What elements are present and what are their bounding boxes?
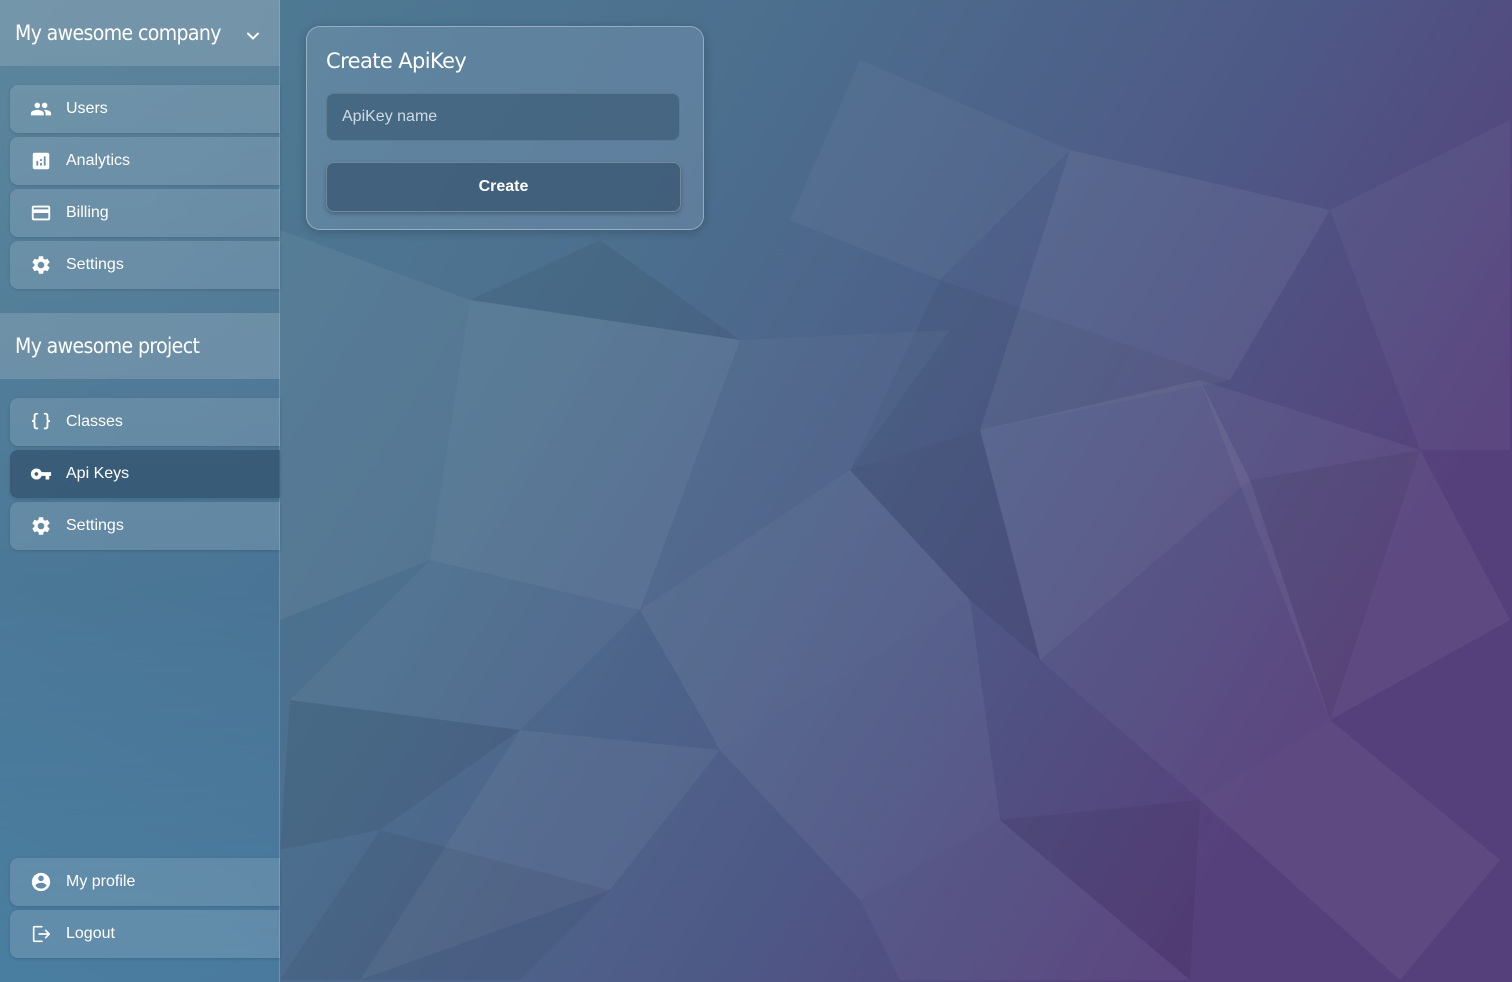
create-button[interactable]: Create (326, 162, 681, 212)
sidebar-item-label: Billing (66, 204, 109, 221)
sidebar-item-my-profile[interactable]: My profile (10, 858, 280, 906)
card-title: Create ApiKey (326, 49, 467, 73)
sidebar-item-users[interactable]: Users (10, 85, 280, 133)
company-name: My awesome company (15, 21, 221, 45)
sidebar-item-classes[interactable]: Classes (10, 398, 280, 446)
apikey-name-input[interactable] (326, 93, 680, 141)
sidebar-item-label: Users (66, 100, 108, 117)
sidebar-item-project-settings[interactable]: Settings (10, 502, 280, 550)
analytics-icon (30, 150, 52, 172)
sidebar: My awesome company Users Analytics Billi… (0, 0, 280, 982)
sidebar-item-billing[interactable]: Billing (10, 189, 280, 237)
project-header: My awesome project (0, 313, 280, 379)
sidebar-item-label: Classes (66, 413, 123, 430)
sidebar-item-api-keys[interactable]: Api Keys (10, 450, 280, 498)
sidebar-item-label: Api Keys (66, 465, 130, 482)
create-apikey-card: Create ApiKey Create (306, 26, 704, 230)
gear-icon (30, 254, 52, 276)
company-selector[interactable]: My awesome company (0, 0, 280, 66)
sidebar-item-company-settings[interactable]: Settings (10, 241, 280, 289)
project-name: My awesome project (15, 334, 200, 358)
chevron-down-icon (246, 24, 260, 40)
curly-braces-icon (30, 411, 52, 433)
sidebar-item-label: Logout (66, 925, 115, 942)
credit-card-icon (30, 202, 52, 224)
gear-icon (30, 515, 52, 537)
sidebar-item-label: Settings (66, 256, 124, 273)
logout-icon (30, 923, 52, 945)
users-icon (30, 98, 52, 120)
sidebar-item-logout[interactable]: Logout (10, 910, 280, 958)
sidebar-item-label: My profile (66, 873, 136, 890)
key-icon (30, 463, 52, 485)
sidebar-item-label: Settings (66, 517, 124, 534)
account-circle-icon (30, 871, 52, 893)
sidebar-item-analytics[interactable]: Analytics (10, 137, 280, 185)
sidebar-item-label: Analytics (66, 152, 131, 169)
